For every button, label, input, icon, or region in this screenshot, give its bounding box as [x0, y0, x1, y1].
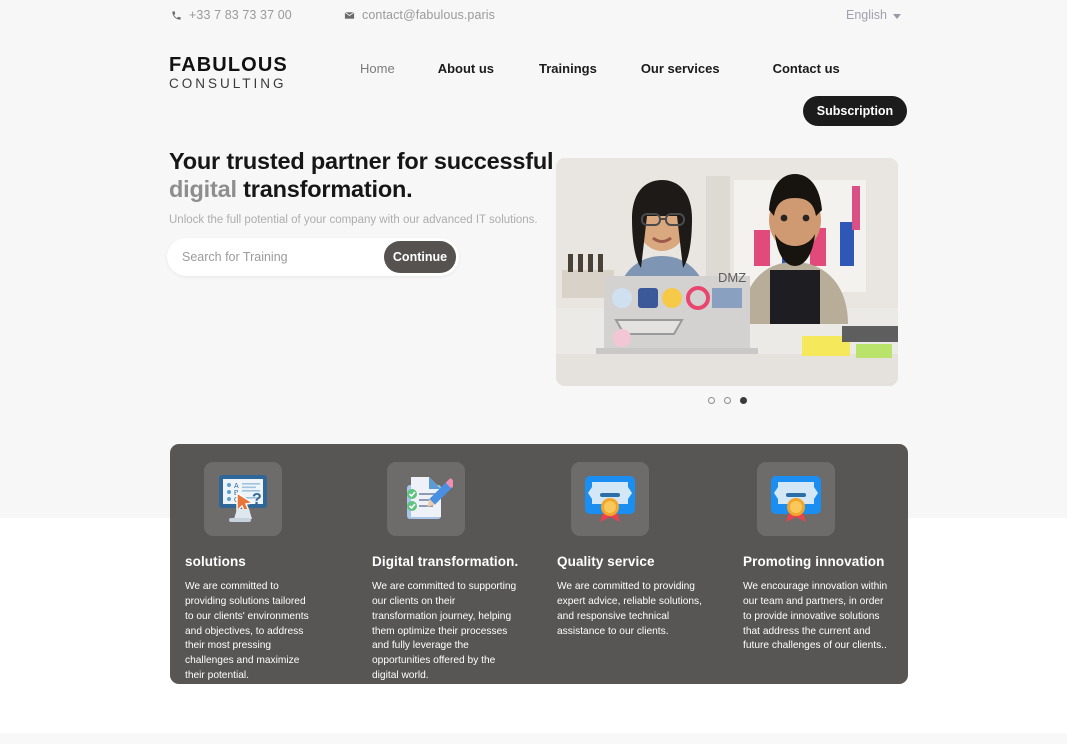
nav-item-home[interactable]: Home	[360, 61, 395, 76]
training-search-bar: Continue	[167, 238, 459, 276]
continue-button[interactable]: Continue	[384, 241, 456, 273]
site-header: FABULOUS CONSULTING Home About us Traini…	[0, 42, 1067, 126]
nav-item-about-us[interactable]: About us	[438, 61, 494, 76]
site-logo-line2: CONSULTING	[169, 76, 287, 91]
nav-item-our-services[interactable]: Our services	[641, 61, 720, 76]
carousel-dots	[708, 397, 747, 404]
feature-title: Quality service	[557, 554, 655, 569]
features-panel: A B C ? solutions	[170, 444, 908, 684]
hero-subtitle: Unlock the full potential of your compan…	[169, 214, 538, 226]
top-utility-bar: +33 7 83 73 37 00 contact@fabulous.paris…	[0, 0, 1067, 30]
contact-email[interactable]: contact@fabulous.paris	[344, 8, 495, 22]
feature-title: Digital transformation.	[372, 554, 519, 569]
feature-card-promoting-innovation: Promoting innovation We encourage innova…	[743, 462, 903, 654]
hero-title: Your trusted partner for successful digi…	[169, 148, 569, 203]
contact-phone[interactable]: +33 7 83 73 37 00	[171, 8, 292, 22]
hero-image: DMZ	[556, 158, 898, 386]
language-selector[interactable]: English	[846, 8, 901, 22]
features-card-list: A B C ? solutions	[170, 444, 908, 684]
feature-title: Promoting innovation	[743, 554, 885, 569]
subscription-button[interactable]: Subscription	[803, 96, 907, 126]
feature-card-solutions: A B C ? solutions	[185, 462, 345, 684]
hero-title-line1: Your trusted partner for successful	[169, 148, 554, 174]
carousel-dot-3[interactable]	[740, 397, 747, 404]
feature-card-digital-transformation: Digital transformation. We are committed…	[372, 462, 532, 684]
feature-body: We encourage innovation within our team …	[743, 581, 888, 652]
carousel-dot-1[interactable]	[708, 397, 715, 404]
svg-text:?: ?	[252, 491, 262, 508]
hero-title-highlight: digital	[169, 175, 237, 202]
feature-body: We are committed to providing solutions …	[185, 581, 309, 681]
svg-text:A: A	[234, 483, 239, 490]
background-band-bottom	[0, 733, 1067, 744]
site-logo[interactable]: FABULOUS CONSULTING	[169, 55, 288, 91]
search-input[interactable]	[167, 250, 384, 264]
nav-item-trainings[interactable]: Trainings	[539, 61, 597, 76]
feature-body: We are committed to providing expert adv…	[557, 581, 702, 637]
computer-quiz-icon: A B C ?	[204, 462, 282, 536]
certificate-award-icon	[571, 462, 649, 536]
hero-title-rest: transformation.	[236, 175, 413, 202]
envelope-icon	[344, 10, 355, 21]
checklist-pencil-icon	[387, 462, 465, 536]
language-selector-label: English	[846, 8, 887, 22]
feature-card-quality-service: Quality service We are committed to prov…	[557, 462, 717, 639]
contact-email-text: contact@fabulous.paris	[362, 8, 496, 22]
feature-title: solutions	[185, 554, 246, 569]
carousel-dot-2[interactable]	[724, 397, 731, 404]
site-logo-line1: FABULOUS	[169, 54, 288, 76]
phone-icon	[171, 10, 182, 21]
chevron-down-icon	[893, 13, 901, 19]
certificate-award-icon	[757, 462, 835, 536]
main-navigation: Home About us Trainings Our services Con…	[360, 61, 840, 76]
svg-text:DMZ: DMZ	[718, 270, 746, 285]
feature-body: We are committed to supporting our clien…	[372, 581, 517, 681]
contact-phone-text: +33 7 83 73 37 00	[189, 8, 292, 22]
page-root: +33 7 83 73 37 00 contact@fabulous.paris…	[0, 0, 1067, 744]
nav-item-contact-us[interactable]: Contact us	[773, 61, 840, 76]
